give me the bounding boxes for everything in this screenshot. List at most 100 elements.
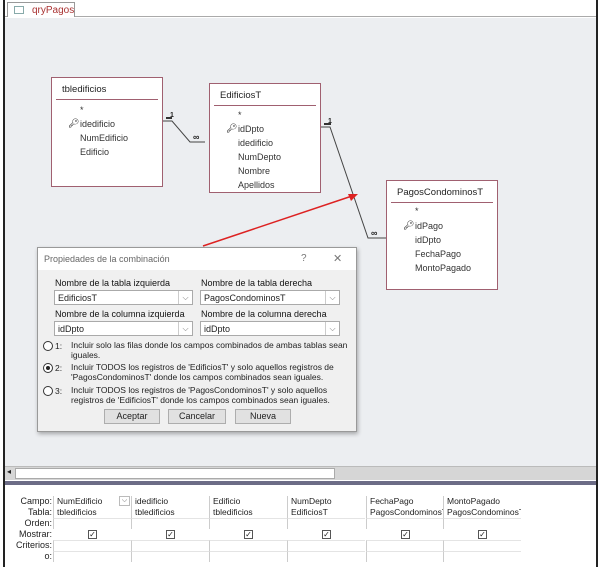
right-column-combo[interactable]: idDpto ⌵ [200, 321, 340, 336]
grid-table-cell[interactable]: PagosCondominosT [443, 507, 521, 518]
grid-field-cell[interactable]: idedificio [131, 496, 209, 507]
join-option-1-radio[interactable] [43, 341, 53, 351]
left-column-value: idDpto [58, 324, 85, 334]
grid-empty-cell[interactable] [443, 518, 521, 529]
row-label-campo: Campo: [20, 496, 52, 506]
grid-empty-cell[interactable] [131, 518, 209, 529]
red-arrow-line [202, 195, 353, 247]
table-box-pagoscondominost[interactable]: PagosCondominosT * 🔑︎ idPago idDpto Fech… [386, 180, 498, 290]
grid-field-cell[interactable]: Edificio [209, 496, 287, 507]
row-label-orden: Orden: [24, 518, 52, 528]
field-item[interactable]: Edificio [80, 147, 109, 157]
red-arrow-head [348, 194, 358, 201]
left-table-value: EdificiosT [58, 293, 98, 303]
option-number: 3: [55, 386, 63, 396]
field-item[interactable]: MontoPagado [415, 263, 471, 273]
grid-empty-cell[interactable] [53, 540, 131, 551]
grid-empty-cell[interactable] [209, 551, 287, 562]
help-button[interactable]: ? [301, 253, 307, 264]
cancel-button[interactable]: Cancelar [168, 409, 226, 424]
chevron-down-icon[interactable]: ⌵ [325, 291, 339, 304]
table-box-tbledificios[interactable]: tbledificios * 🔑︎ idedificio NumEdificio… [51, 77, 163, 187]
field-item[interactable]: NumDepto [238, 152, 281, 162]
show-checkbox[interactable]: ✓ [322, 530, 331, 539]
chevron-down-icon[interactable]: ⌵ [178, 291, 192, 304]
grid-empty-cell[interactable] [366, 518, 444, 529]
grid-empty-cell[interactable] [366, 551, 444, 562]
grid-table-cell[interactable]: tbledificios [209, 507, 287, 518]
join-option-2-radio[interactable] [43, 363, 53, 373]
grid-field-cell[interactable]: NumDepto [287, 496, 365, 507]
grid-empty-cell[interactable] [53, 518, 131, 529]
row-label-o: o: [44, 551, 52, 561]
grid-field-cell[interactable]: FechaPago [366, 496, 444, 507]
chevron-down-icon[interactable]: ⌵ [178, 322, 192, 335]
left-table-combo[interactable]: EdificiosT ⌵ [54, 290, 193, 305]
grid-empty-cell[interactable] [287, 518, 365, 529]
show-checkbox[interactable]: ✓ [166, 530, 175, 539]
grid-empty-cell[interactable] [287, 540, 365, 551]
row-label-criterios: Criterios: [15, 540, 52, 550]
field-item[interactable]: idedificio [238, 138, 273, 148]
show-checkbox[interactable]: ✓ [244, 530, 253, 539]
grid-empty-cell[interactable] [131, 540, 209, 551]
field-item[interactable]: idDpto [415, 235, 441, 245]
relation-line-2 [320, 126, 386, 239]
many-label: ∞ [193, 132, 200, 142]
table-box-edificiost[interactable]: EdificiosT * 🔑︎ idDpto idedificio NumDep… [209, 83, 321, 193]
chevron-down-icon[interactable]: ⌵ [325, 322, 339, 335]
option-text: Incluir solo las filas donde los campos … [71, 340, 348, 360]
grid-empty-cell[interactable] [287, 551, 365, 562]
grid-empty-cell[interactable] [443, 540, 521, 551]
show-checkbox[interactable]: ✓ [478, 530, 487, 539]
show-checkbox[interactable]: ✓ [88, 530, 97, 539]
table-title: PagosCondominosT [397, 187, 484, 198]
horizontal-scrollbar[interactable]: ◂ [5, 466, 596, 480]
field-item[interactable]: Apellidos [238, 180, 275, 190]
grid-empty-cell[interactable] [209, 518, 287, 529]
scrollbar-thumb[interactable] [15, 468, 335, 479]
grid-empty-cell[interactable] [53, 551, 131, 562]
grid-table-cell[interactable]: tbledificios [53, 507, 131, 518]
grid-empty-cell[interactable] [366, 540, 444, 551]
option-number: 2: [55, 363, 63, 373]
accept-button[interactable]: Aceptar [104, 409, 160, 424]
option-text: Incluir TODOS los registros de 'Edificio… [71, 362, 334, 382]
field-item[interactable]: Nombre [238, 166, 270, 176]
grid-table-cell[interactable]: tbledificios [131, 507, 209, 518]
field-item[interactable]: idPago [415, 221, 443, 231]
key-icon: 🔑︎ [226, 123, 238, 133]
field-item[interactable]: FechaPago [415, 249, 461, 259]
field-item[interactable]: idDpto [238, 124, 264, 134]
grid-table-cell[interactable]: PagosCondominosT [366, 507, 444, 518]
close-button[interactable]: ✕ [333, 252, 342, 265]
many-label: ∞ [371, 228, 378, 238]
grid-empty-cell[interactable] [131, 551, 209, 562]
field-item[interactable]: * [415, 206, 419, 216]
key-icon: 🔑︎ [68, 118, 80, 128]
field-item[interactable]: * [80, 105, 84, 115]
chevron-down-icon[interactable]: ⌵ [119, 496, 130, 506]
show-checkbox[interactable]: ✓ [401, 530, 410, 539]
grid-empty-cell[interactable] [443, 551, 521, 562]
left-column-combo[interactable]: idDpto ⌵ [54, 321, 193, 336]
join-option-3-radio[interactable] [43, 386, 53, 396]
one-label: 1 [170, 112, 174, 119]
scroll-left-icon[interactable]: ◂ [7, 467, 11, 476]
field-item[interactable]: * [238, 110, 242, 120]
right-table-combo[interactable]: PagosCondominosT ⌵ [200, 290, 340, 305]
row-label-tabla: Tabla: [27, 507, 52, 517]
table-title: tbledificios [62, 84, 107, 95]
right-column-label: Nombre de la columna derecha [201, 309, 327, 319]
key-icon: 🔑︎ [403, 220, 415, 230]
grid-field-cell[interactable]: MontoPagado [443, 496, 521, 507]
right-table-value: PagosCondominosT [204, 293, 286, 303]
field-item[interactable]: idedificio [80, 119, 115, 129]
grid-empty-cell[interactable] [209, 540, 287, 551]
grid-table-cell[interactable]: EdificiosT [287, 507, 365, 518]
query-design-grid: Campo: Tabla: Orden: Mostrar: Criterios:… [5, 485, 596, 567]
field-item[interactable]: NumEdificio [80, 133, 128, 143]
new-button[interactable]: Nueva [235, 409, 291, 424]
left-column-label: Nombre de la columna izquierda [55, 309, 185, 319]
right-column-value: idDpto [204, 324, 231, 334]
